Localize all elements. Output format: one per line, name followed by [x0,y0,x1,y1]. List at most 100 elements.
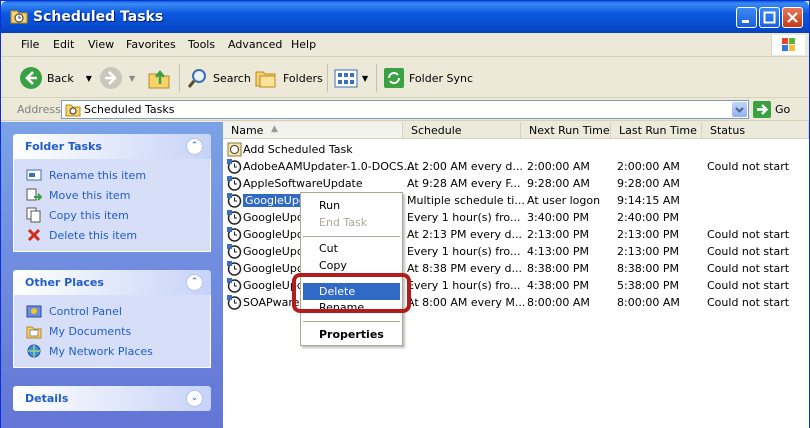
views-dropdown-icon[interactable]: ▼ [362,74,368,83]
callout-highlight-ring [292,273,411,313]
rename-icon [26,169,42,181]
window-title: Scheduled Tasks [33,9,164,25]
folders-label: Folders [283,71,323,85]
search-button[interactable]: Search [187,58,251,98]
address-input[interactable]: Scheduled Tasks [61,100,749,119]
go-label[interactable]: Go [775,103,790,116]
address-dropdown-button[interactable] [732,102,747,117]
details-group: Details ⌄ [13,386,211,411]
other-places-header[interactable]: Other Places ⌃ [13,270,211,295]
column-last-run-time[interactable]: Last Run Time [611,122,702,139]
table-row[interactable]: Add Scheduled Task [223,141,809,158]
task-delete-label: Delete this item [49,229,138,242]
cell-name: AppleSoftwareUpdate [243,177,363,190]
task-move-label: Move this item [49,189,131,202]
cell-next: 2:13:00 PM [527,228,590,241]
scheduled-task-clock-icon [227,227,242,242]
menu-file[interactable]: File [21,38,39,51]
up-folder-button[interactable] [147,58,171,98]
column-name[interactable]: Name ▲ [223,122,403,139]
maximize-icon [763,11,776,24]
menu-advanced[interactable]: Advanced [228,38,282,51]
column-schedule[interactable]: Schedule [403,122,521,139]
cell-status: Could not start [707,160,790,173]
ctx-separator [303,236,400,237]
go-arrow-icon [757,104,769,115]
task-move[interactable]: Move this item [14,185,210,205]
place-network-places[interactable]: My Network Places [14,341,210,361]
table-row[interactable]: AdobeAAMUpdater-1.0-DOCS... At 2:00 AM ev… [223,158,809,175]
other-places-title: Other Places [25,276,104,289]
cell-status: Could not start [707,228,790,241]
up-folder-icon [148,69,170,89]
task-copy[interactable]: Copy this item [14,205,210,225]
task-rename[interactable]: Rename this item [14,165,210,185]
table-row[interactable]: AppleSoftwareUpdate At 9:28 AM every F...… [223,175,809,192]
expand-chevron-icon[interactable]: ⌄ [186,390,203,407]
address-value: Scheduled Tasks [84,103,175,116]
maximize-button[interactable] [759,7,780,28]
ctx-cut[interactable]: Cut [319,242,338,255]
cell-last: 2:13:00 PM [617,228,680,241]
move-icon [26,188,42,201]
chevron-down-icon [735,107,744,113]
minimize-button[interactable] [736,7,757,28]
explorer-window: Scheduled Tasks File Edit View Favorites… [0,0,810,428]
cell-schedule: Multiple schedule ti... [407,194,525,207]
menu-help[interactable]: Help [291,38,316,51]
cell-next: 8:38:00 PM [527,262,590,275]
back-dropdown-icon[interactable]: ▼ [86,74,92,83]
cell-status: Could not start [707,245,790,258]
forward-button[interactable]: ▼ [99,58,135,98]
cell-schedule: Every 1 hour(s) fro... [407,245,521,258]
views-button[interactable]: ▼ [334,58,368,98]
cell-next: 4:38:00 PM [527,279,590,292]
menu-view[interactable]: View [88,38,114,51]
windows-flag-icon [782,38,795,51]
folder-sync-button[interactable]: Folder Sync [383,58,473,98]
collapse-chevron-icon[interactable]: ⌃ [186,274,203,291]
menu-favorites[interactable]: Favorites [126,38,176,51]
search-icon [187,69,206,88]
menu-edit[interactable]: Edit [53,38,74,51]
go-button[interactable] [753,101,771,118]
place-my-documents-label: My Documents [49,325,132,338]
scheduled-task-clock-icon [227,295,242,310]
folders-button[interactable]: Folders [255,58,323,98]
cell-next: 9:28:00 AM [527,177,590,190]
cell-name: Add Scheduled Task [243,143,353,156]
place-control-panel[interactable]: Control Panel [14,301,210,321]
control-panel-icon [26,305,42,318]
place-control-panel-label: Control Panel [49,305,122,318]
ctx-properties[interactable]: Properties [319,328,384,341]
folder-tasks-header[interactable]: Folder Tasks ⌃ [13,134,211,159]
place-my-documents[interactable]: My Documents [14,321,210,341]
column-schedule-label: Schedule [411,124,462,137]
scheduled-task-clock-icon [227,193,242,208]
collapse-chevron-icon[interactable]: ⌃ [186,138,203,155]
ctx-copy[interactable]: Copy [319,259,347,272]
close-button[interactable] [782,7,803,28]
minimize-icon [742,20,749,23]
address-bar: Address Scheduled Tasks Go [1,98,809,121]
cell-last: 8:00:00 AM [617,296,680,309]
column-next-run-time[interactable]: Next Run Time [521,122,611,139]
views-grid-icon [334,69,358,88]
menu-tools[interactable]: Tools [188,38,215,51]
column-status[interactable]: Status [702,122,809,139]
details-header[interactable]: Details ⌄ [13,386,211,411]
task-delete[interactable]: Delete this item [14,225,210,245]
cell-next: 2:00:00 AM [527,160,590,173]
cell-last: 9:28:00 AM [617,177,680,190]
toolbar-separator [327,64,328,92]
ctx-run[interactable]: Run [319,199,340,212]
folder-sync-icon [384,68,404,88]
title-bar[interactable]: Scheduled Tasks [1,1,809,33]
back-button[interactable]: Back ▼ [19,58,92,98]
cell-schedule: At 2:13 PM every d... [407,228,523,241]
forward-dropdown-icon[interactable]: ▼ [129,74,135,83]
cell-last: 2:00:00 AM [617,160,680,173]
column-last-label: Last Run Time [619,124,697,137]
windows-logo [771,35,805,55]
column-next-label: Next Run Time [529,124,610,137]
